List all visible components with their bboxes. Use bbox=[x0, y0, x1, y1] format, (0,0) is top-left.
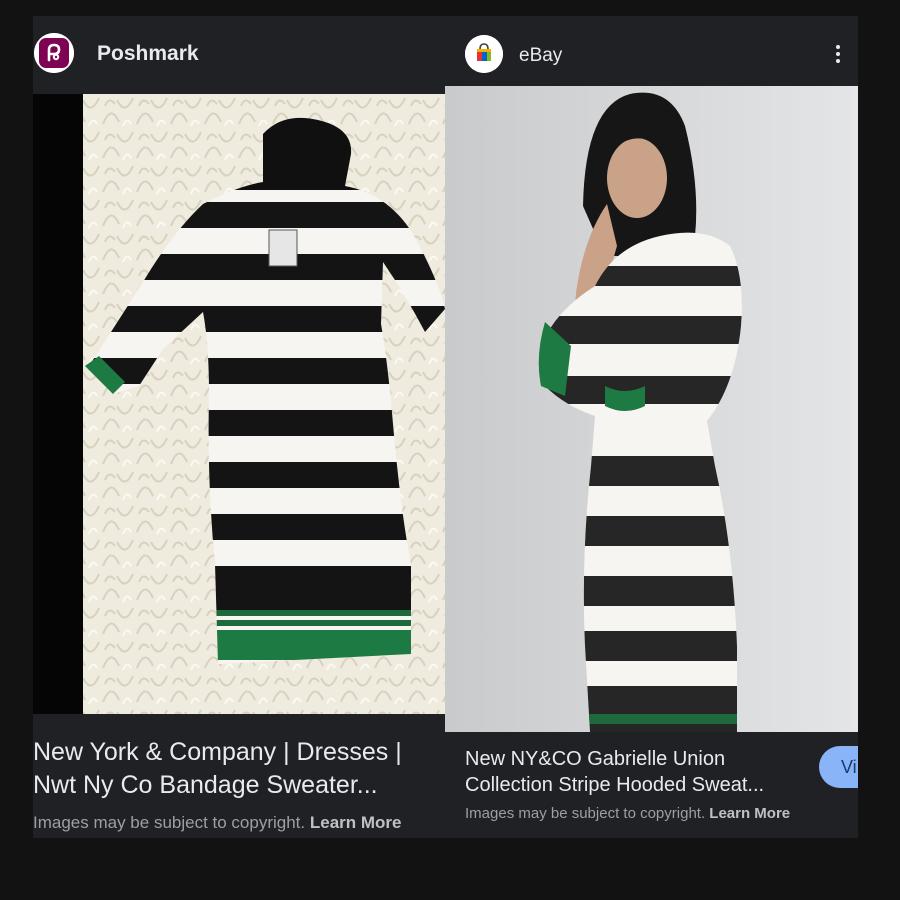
search-results-page: Poshmark New York & Company | Dresses | … bbox=[0, 0, 900, 900]
source-name[interactable]: Poshmark bbox=[97, 42, 199, 66]
learn-more-link[interactable]: Learn More bbox=[310, 813, 402, 832]
product-image[interactable] bbox=[445, 86, 858, 732]
copyright-notice: Images may be subject to copyright. Lear… bbox=[465, 805, 845, 822]
result-card-poshmark[interactable]: Poshmark New York & Company | Dresses | … bbox=[33, 16, 445, 838]
learn-more-link[interactable]: Learn More bbox=[709, 805, 790, 822]
result-title[interactable]: New York & Company | Dresses | Nwt Ny Co… bbox=[33, 736, 445, 802]
copyright-text: Images may be subject to copyright. bbox=[33, 813, 306, 832]
visit-button[interactable]: Vi bbox=[819, 746, 858, 788]
more-options-icon[interactable] bbox=[828, 42, 848, 66]
title-line-2: Nwt Ny Co Bandage Sweater... bbox=[33, 771, 378, 799]
card-header: eBay bbox=[445, 16, 858, 92]
title-line-1: New NY&CO Gabrielle Union bbox=[465, 748, 726, 770]
poshmark-logo-icon bbox=[34, 33, 74, 73]
ebay-bag-logo-icon bbox=[465, 35, 503, 73]
striped-dress-on-fur-photo bbox=[33, 94, 445, 714]
result-card-ebay[interactable]: eBay New NY&CO Gabrielle Union Collectio… bbox=[445, 16, 858, 838]
title-line-1: New York & Company | Dresses | bbox=[33, 738, 402, 766]
result-title[interactable]: New NY&CO Gabrielle Union Collection Str… bbox=[465, 746, 805, 799]
copyright-notice: Images may be subject to copyright. Lear… bbox=[33, 813, 445, 833]
card-header: Poshmark bbox=[33, 16, 445, 92]
source-name[interactable]: eBay bbox=[519, 45, 562, 67]
title-line-2: Collection Stripe Hooded Sweat... bbox=[465, 774, 765, 797]
copyright-text: Images may be subject to copyright. bbox=[465, 805, 706, 822]
model-wearing-striped-dress-photo bbox=[445, 86, 858, 732]
product-image[interactable] bbox=[33, 94, 445, 714]
